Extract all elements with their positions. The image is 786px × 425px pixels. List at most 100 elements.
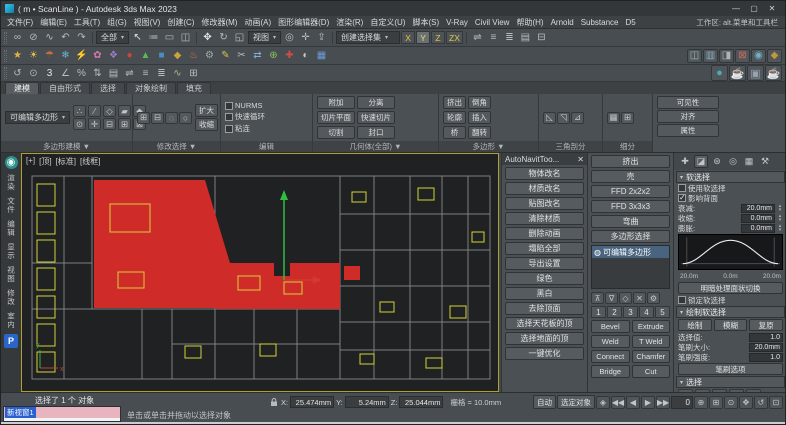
grid-tool-icon[interactable]: ▦: [314, 49, 329, 63]
viewport-canvas[interactable]: x y: [22, 154, 498, 391]
menu-item[interactable]: 视图(V): [131, 17, 164, 28]
named-selection-sets[interactable]: 创建选择集: [336, 31, 401, 44]
panel-label[interactable]: 几何体(全部) ▼: [313, 141, 438, 152]
panel-label[interactable]: 编辑: [221, 141, 312, 152]
maximize-button[interactable]: ▢: [745, 4, 763, 13]
menu-item[interactable]: Substance: [578, 18, 622, 27]
ribbon-button[interactable]: 插入: [468, 111, 491, 124]
render-setup-icon[interactable]: ☕: [729, 65, 746, 81]
panel-e-icon[interactable]: ◉: [751, 48, 766, 63]
plugin-panel-title[interactable]: AutoNavitToo... ✕: [502, 153, 587, 165]
square-tool-icon[interactable]: ■: [154, 49, 169, 63]
selection-lock-icon[interactable]: [269, 397, 279, 407]
panel-f-icon[interactable]: ◆: [767, 48, 782, 63]
poly-tool-button[interactable]: Bridge: [591, 365, 630, 378]
axis-constraint-button[interactable]: ZX: [446, 31, 463, 44]
macro-recorder-line[interactable]: 新视窗1: [4, 407, 120, 418]
modifier-button[interactable]: FFD 2x2x2: [591, 185, 670, 198]
preview-subobject-icon[interactable]: ⊙: [73, 118, 87, 130]
maxscript-mini-listener[interactable]: 新视窗1: [3, 406, 121, 422]
modifier-button[interactable]: 壳: [591, 170, 670, 183]
pin-stack-icon[interactable]: ⊼: [591, 292, 604, 304]
coord-y-field[interactable]: 5.24mm: [344, 396, 389, 408]
toolbar-grip[interactable]: [4, 49, 7, 62]
triangulate-icon[interactable]: ◺: [543, 111, 556, 124]
pencil-tool-icon[interactable]: ✎: [218, 49, 233, 63]
subobject-level-button[interactable]: 3: [623, 306, 638, 318]
edge-subobject-icon[interactable]: ∕: [88, 105, 102, 117]
panel-c-icon[interactable]: ◨: [719, 48, 734, 63]
spinner-snap-icon[interactable]: ⇅: [90, 66, 105, 80]
plugin-button[interactable]: 材质改名: [505, 182, 584, 195]
close-button[interactable]: ✕: [763, 4, 781, 13]
ribbon-button[interactable]: 对齐: [657, 110, 719, 123]
modifier-stack[interactable]: ◍ 可编辑多边形: [591, 245, 670, 289]
auto-key-button[interactable]: 自动: [533, 395, 556, 409]
subobject-level-button[interactable]: 2: [607, 306, 622, 318]
triangle-tool-icon[interactable]: ▲: [138, 49, 153, 63]
checkbox-icon[interactable]: [225, 101, 233, 110]
menu-item[interactable]: 帮助(H): [513, 17, 546, 28]
menu-item[interactable]: 修改器(M): [198, 17, 240, 28]
show-end-result-icon[interactable]: ∇: [605, 292, 618, 304]
ornament-tool-icon[interactable]: ❖: [106, 49, 121, 63]
meshsmooth-icon[interactable]: ▦: [607, 111, 620, 124]
pan-icon[interactable]: ✥: [739, 395, 753, 409]
display-tab-icon[interactable]: ▦: [742, 155, 756, 168]
gear-tool-icon[interactable]: ⚙: [202, 49, 217, 63]
dock-label[interactable]: 视图: [6, 266, 17, 283]
poly-tool-button[interactable]: Bevel: [591, 320, 630, 333]
attach-small-icon[interactable]: ⊞: [118, 118, 132, 130]
ribbon-button[interactable]: 快速切片: [357, 111, 395, 124]
menu-item[interactable]: V-Ray: [443, 18, 471, 27]
render-production-icon[interactable]: ☕: [765, 65, 782, 81]
viewport-menu[interactable]: [线框]: [80, 156, 100, 167]
paint-button[interactable]: 绘制: [678, 319, 712, 331]
ribbon-button[interactable]: 分离: [357, 96, 395, 109]
axis-constraint-button[interactable]: Y: [416, 31, 431, 44]
axis-constraint-button[interactable]: Z: [431, 31, 446, 44]
poly-tool-button[interactable]: Extrude: [631, 320, 670, 333]
ring-selection-icon[interactable]: ○: [179, 111, 192, 124]
menu-item[interactable]: 自定义(U): [367, 17, 408, 28]
soft-selection-rollout[interactable]: 软选择: [676, 171, 785, 183]
bind-to-spacewarp-icon[interactable]: ∿: [42, 31, 57, 45]
falloff-field[interactable]: 20.0mm: [741, 203, 775, 213]
rendered-frame-icon[interactable]: ▣: [747, 65, 764, 81]
plus-tool-icon[interactable]: ✚: [282, 49, 297, 63]
paint-soft-selection-rollout[interactable]: 绘制软选择: [676, 306, 785, 318]
toolbar-grip[interactable]: [4, 67, 7, 79]
modifier-button[interactable]: 挤出: [591, 155, 670, 168]
menu-item[interactable]: 创建(C): [164, 17, 197, 28]
viewport-menu[interactable]: [顶]: [39, 156, 51, 167]
bubble-field[interactable]: 0.0mm: [741, 223, 775, 233]
dock-label[interactable]: 文件: [6, 197, 17, 214]
checkbox-icon[interactable]: [225, 124, 233, 133]
subobject-level-button[interactable]: 5: [655, 306, 670, 318]
configure-sets-icon[interactable]: ⚙: [647, 292, 660, 304]
pinch-field[interactable]: 0.0mm: [741, 213, 775, 223]
scissors-tool-icon[interactable]: ✂: [234, 49, 249, 63]
edit-triangulation-icon[interactable]: ⊿: [571, 111, 584, 124]
remove-modifier-icon[interactable]: ✕: [633, 292, 646, 304]
go-to-start-icon[interactable]: ◀◀: [611, 395, 625, 409]
poly-tool-button[interactable]: Connect: [591, 350, 630, 363]
modify-tab-icon[interactable]: ◪: [694, 155, 708, 168]
zoom-extents-icon[interactable]: ⊙: [724, 395, 738, 409]
align-icon[interactable]: ≡: [486, 31, 501, 45]
umbrella-tool-icon[interactable]: ☂: [42, 49, 57, 63]
brush-options-button[interactable]: 笔刷选项: [678, 363, 783, 375]
plugin-button[interactable]: 清除材质: [505, 212, 584, 225]
coord-z-field[interactable]: 25.044mm: [399, 396, 444, 408]
snowflake-tool-icon[interactable]: ❄: [58, 49, 73, 63]
minimize-button[interactable]: —: [727, 4, 745, 13]
ribbon-button[interactable]: 可见性: [657, 96, 719, 109]
select-object-icon[interactable]: ↖: [130, 31, 145, 45]
hierarchy-tab-icon[interactable]: ⊛: [710, 155, 724, 168]
create-tab-icon[interactable]: ✚: [678, 155, 692, 168]
modifier-button[interactable]: 多边形选择: [591, 230, 670, 243]
border-subobject-icon[interactable]: ◇: [103, 105, 117, 117]
undo-icon[interactable]: ↶: [58, 31, 73, 45]
ribbon-tab[interactable]: 建模: [5, 82, 39, 94]
viewport-menu[interactable]: [+]: [26, 156, 35, 167]
